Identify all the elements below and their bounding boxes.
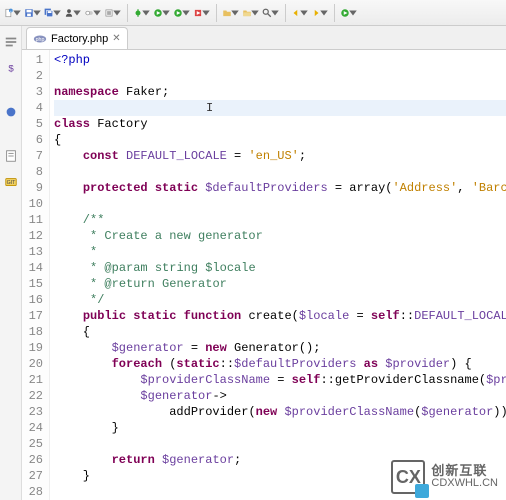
code-line[interactable]: /** (54, 212, 506, 228)
nav-fwd-icon[interactable] (311, 4, 329, 22)
code-line[interactable] (54, 164, 506, 180)
code-line[interactable]: protected static $defaultProviders = arr… (54, 180, 506, 196)
nav-back-icon[interactable] (291, 4, 309, 22)
toolbar-separator (285, 4, 286, 22)
code-editor[interactable]: 1234567891011121314151617181920212223242… (22, 50, 506, 500)
code-line[interactable]: const DEFAULT_LOCALE = 'en_US'; (54, 148, 506, 164)
breakpoint-icon[interactable] (3, 104, 19, 120)
code-line[interactable]: return $generator; (54, 452, 506, 468)
line-number: 10 (22, 196, 43, 212)
code-line[interactable] (54, 436, 506, 452)
main-area: $GIT php Factory.php ✕ 12345678910111213… (0, 26, 506, 500)
line-number: 12 (22, 228, 43, 244)
line-number: 20 (22, 356, 43, 372)
line-number: 17 (22, 308, 43, 324)
save-icon[interactable] (24, 4, 42, 22)
code-line[interactable] (54, 196, 506, 212)
code-line[interactable]: I (54, 100, 506, 116)
code-line[interactable]: class Factory (54, 116, 506, 132)
line-number: 24 (22, 420, 43, 436)
code-line[interactable]: addProvider(new $providerClassName($gene… (54, 404, 506, 420)
code-line[interactable]: * Create a new generator (54, 228, 506, 244)
code-line[interactable]: } (54, 468, 506, 484)
code-line[interactable]: { (54, 132, 506, 148)
php-file-icon: php (33, 32, 47, 46)
line-number: 18 (22, 324, 43, 340)
text-cursor-icon: I (206, 100, 207, 114)
new-file-icon[interactable]: + (4, 4, 22, 22)
code-line[interactable]: foreach (static::$defaultProviders as $p… (54, 356, 506, 372)
code-line[interactable]: * (54, 244, 506, 260)
tab-close-icon[interactable]: ✕ (112, 33, 120, 44)
run-icon[interactable] (153, 4, 171, 22)
line-number: 6 (22, 132, 43, 148)
line-number: 7 (22, 148, 43, 164)
code-line[interactable]: $generator-> (54, 388, 506, 404)
main-toolbar: + (0, 0, 506, 26)
run-ext-icon[interactable] (173, 4, 191, 22)
line-number-gutter: 1234567891011121314151617181920212223242… (22, 50, 50, 500)
open-folder-icon[interactable] (242, 4, 260, 22)
tab-filename: Factory.php (51, 33, 108, 45)
code-line[interactable]: namespace Faker; (54, 84, 506, 100)
code-line[interactable]: * @return Generator (54, 276, 506, 292)
code-content[interactable]: <?phpnamespace Faker;Iclass Factory{ con… (50, 50, 506, 500)
git-icon[interactable]: GIT (3, 174, 19, 190)
svg-text:GIT: GIT (6, 180, 16, 186)
line-number: 21 (22, 372, 43, 388)
line-number: 28 (22, 484, 43, 500)
line-number: 4 (22, 100, 43, 116)
line-number: 11 (22, 212, 43, 228)
line-number: 16 (22, 292, 43, 308)
code-line[interactable]: { (54, 324, 506, 340)
line-number: 8 (22, 164, 43, 180)
svg-text:php: php (36, 36, 45, 42)
toggle-icon[interactable] (84, 4, 102, 22)
outline-icon[interactable] (3, 34, 19, 50)
line-number: 9 (22, 180, 43, 196)
code-line[interactable]: public static function create($locale = … (54, 308, 506, 324)
line-number: 3 (22, 84, 43, 100)
toolbar-separator (216, 4, 217, 22)
line-number: 2 (22, 68, 43, 84)
line-number: 14 (22, 260, 43, 276)
tasks-icon[interactable] (3, 148, 19, 164)
user-icon[interactable] (64, 4, 82, 22)
save-all-icon[interactable] (44, 4, 62, 22)
line-number: 25 (22, 436, 43, 452)
left-tool-gutter: $ GIT (0, 26, 22, 500)
new-folder-icon[interactable] (222, 4, 240, 22)
code-line[interactable] (54, 484, 506, 500)
line-number: 13 (22, 244, 43, 260)
code-line[interactable] (54, 68, 506, 84)
code-line[interactable]: */ (54, 292, 506, 308)
code-line[interactable]: $generator = new Generator(); (54, 340, 506, 356)
toolbar-separator (334, 4, 335, 22)
line-number: 23 (22, 404, 43, 420)
debug-icon[interactable] (133, 4, 151, 22)
editor-wrap: php Factory.php ✕ 1234567891011121314151… (22, 26, 506, 500)
editor-tab-active[interactable]: php Factory.php ✕ (26, 27, 128, 49)
code-line[interactable]: * @param string $locale (54, 260, 506, 276)
line-number: 19 (22, 340, 43, 356)
line-number: 5 (22, 116, 43, 132)
editor-tab-bar: php Factory.php ✕ (22, 26, 506, 50)
svg-text:$: $ (8, 64, 14, 75)
search-icon[interactable] (262, 4, 280, 22)
toolbar-separator (127, 4, 128, 22)
line-number: 26 (22, 452, 43, 468)
line-number: 1 (22, 52, 43, 68)
code-line[interactable]: } (54, 420, 506, 436)
code-line[interactable]: <?php (54, 52, 506, 68)
build-icon[interactable] (104, 4, 122, 22)
ext-tool-icon[interactable] (193, 4, 211, 22)
line-number: 22 (22, 388, 43, 404)
vars-icon[interactable]: $ (3, 60, 19, 76)
line-number: 27 (22, 468, 43, 484)
code-line[interactable]: $providerClassName = self::getProviderCl… (54, 372, 506, 388)
line-number: 15 (22, 276, 43, 292)
launch-icon[interactable] (340, 4, 358, 22)
